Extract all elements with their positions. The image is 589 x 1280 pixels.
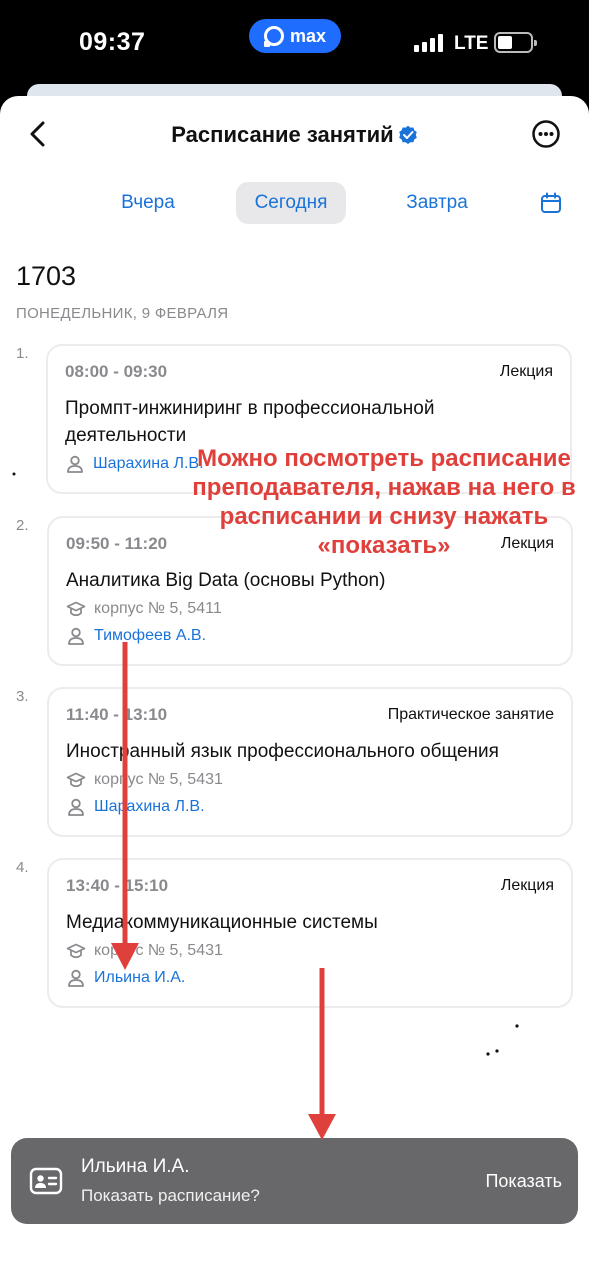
verified-badge-icon: [398, 125, 417, 144]
teacher-name[interactable]: Ильина И.А.: [94, 969, 185, 987]
lesson-number: 1.: [16, 345, 29, 362]
max-app-badge: max: [249, 19, 341, 53]
lesson-teacher[interactable]: Тимофеев А.В.: [66, 626, 206, 646]
lesson-card: 11:40 - 13:10 Практическое занятие Иност…: [47, 687, 573, 837]
person-icon: [68, 798, 84, 816]
lesson-subject: Промпт-инжиниринг в профессиональной дея…: [65, 398, 435, 446]
teacher-name[interactable]: Тимофеев А.В.: [94, 627, 206, 645]
teacher-name[interactable]: Шарахина Л.В.: [94, 798, 205, 816]
lesson-subject: Иностранный язык профессионального общен…: [66, 741, 499, 762]
lesson-card: 13:40 - 15:10 Лекция Медиакоммуникационн…: [47, 858, 573, 1008]
lesson-time: 09:50 - 11:20: [66, 534, 168, 553]
lesson-subject: Аналитика Big Data (основы Python): [66, 570, 386, 591]
network-label: LTE: [454, 33, 489, 54]
page-title-text: Расписание занятий: [171, 122, 394, 147]
status-time: 09:37: [79, 28, 146, 56]
schedule-date: ПОНЕДЕЛЬНИК, 9 ФЕВРАЛЯ: [16, 305, 229, 322]
show-schedule-snackbar: Ильина И.А. Показать расписание? Показат…: [11, 1138, 578, 1224]
max-logo-icon: [263, 26, 284, 47]
room-label: корпус № 5, 5431: [94, 942, 223, 959]
person-icon: [68, 627, 84, 645]
show-button[interactable]: Показать: [485, 1171, 562, 1192]
lesson-time: 13:40 - 15:10: [66, 876, 169, 895]
graduation-cap-icon: [66, 772, 86, 788]
lesson-room: корпус № 5, 5431: [66, 941, 223, 961]
page-title: Расписание занятий: [0, 122, 589, 148]
lesson-type: Практическое занятие: [387, 706, 554, 723]
lesson-time: 08:00 - 09:30: [65, 362, 168, 381]
lesson-type: Лекция: [499, 363, 553, 380]
signal-icon: [414, 34, 443, 52]
room-label: корпус № 5, 5411: [94, 600, 222, 617]
lesson-number: 2.: [16, 517, 29, 534]
annotation-text: Можно посмотреть расписание преподавател…: [192, 445, 576, 559]
lesson-teacher[interactable]: Шарахина Л.В.: [66, 797, 205, 817]
tab-yesterday[interactable]: Вчера: [105, 182, 191, 224]
snackbar-teacher-name: Ильина И.А.: [81, 1156, 190, 1177]
lesson-teacher[interactable]: Ильина И.А.: [66, 968, 185, 988]
graduation-cap-icon: [66, 601, 86, 617]
status-bar: 09:37 max LTE: [0, 0, 589, 96]
contact-card-icon: [29, 1167, 63, 1195]
lesson-number: 4.: [16, 859, 29, 876]
lesson-type: Лекция: [500, 877, 554, 894]
person-icon: [67, 455, 83, 473]
tab-tomorrow[interactable]: Завтра: [393, 182, 481, 224]
schedule-sheet: Расписание занятий Вчера Сегодня Завтра …: [0, 96, 589, 1280]
lesson-subject: Медиакоммуникационные системы: [66, 912, 378, 933]
room-label: корпус № 5, 5431: [94, 771, 223, 788]
battery-icon: [494, 32, 537, 53]
calendar-icon[interactable]: [539, 191, 563, 215]
person-icon: [68, 969, 84, 987]
tab-today[interactable]: Сегодня: [236, 182, 346, 224]
lesson-room: корпус № 5, 5431: [66, 770, 223, 790]
max-app-label: max: [289, 25, 327, 46]
snackbar-question: Показать расписание?: [81, 1186, 260, 1205]
graduation-cap-icon: [66, 943, 86, 959]
lesson-time: 11:40 - 13:10: [66, 705, 168, 724]
more-options-icon[interactable]: [530, 118, 562, 150]
lesson-room: корпус № 5, 5411: [66, 599, 222, 619]
lesson-number: 3.: [16, 688, 29, 705]
group-number: 1703: [16, 261, 77, 291]
